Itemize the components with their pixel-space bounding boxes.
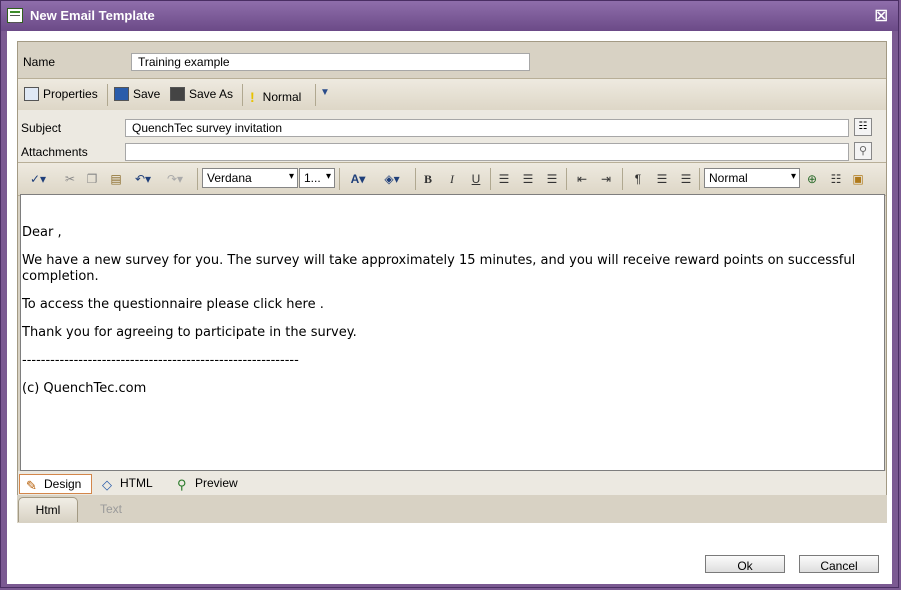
paste-icon[interactable]: ▤ xyxy=(108,171,124,187)
lightning-icon: ǃ xyxy=(250,89,255,105)
mode-preview[interactable]: ⚲ Preview xyxy=(171,474,248,492)
editor-divider xyxy=(490,168,491,190)
save-as-button[interactable]: Save As xyxy=(170,87,233,101)
attachments-label: Attachments xyxy=(21,145,88,159)
editor-toolbar: ✓▾ ✂ ❐ ▤ ↶▾ ↷▾ Verdana 1... A▾ ◈▾ B I U … xyxy=(18,162,886,196)
template-icon xyxy=(7,8,23,23)
close-icon[interactable]: ☒ xyxy=(875,7,888,25)
priority-dropdown-icon[interactable]: ▼ xyxy=(320,87,330,98)
attachments-input[interactable] xyxy=(125,143,849,161)
italic-icon[interactable]: I xyxy=(444,171,460,187)
copy-icon[interactable]: ❐ xyxy=(84,171,100,187)
mode-html[interactable]: ◇ HTML xyxy=(96,474,163,492)
ok-button[interactable]: Ok xyxy=(705,555,785,573)
mode-html-label: HTML xyxy=(120,476,153,490)
font-name-select[interactable]: Verdana xyxy=(202,168,298,188)
body-paragraph-1: We have a new survey for you. The survey… xyxy=(22,253,856,284)
name-input[interactable] xyxy=(131,53,530,71)
message-fields: Subject ☷ Attachments ⚲ xyxy=(18,110,886,162)
editor-divider xyxy=(699,168,700,190)
name-label: Name xyxy=(23,55,56,69)
editor-divider xyxy=(566,168,567,190)
mode-design[interactable]: ✎ Design xyxy=(19,474,93,494)
toolbar-divider xyxy=(315,84,316,106)
tab-html[interactable]: Html xyxy=(18,497,78,522)
redo-icon[interactable]: ↷▾ xyxy=(164,171,186,187)
subject-label: Subject xyxy=(21,121,62,135)
body-divider: ----------------------------------------… xyxy=(22,353,299,368)
properties-button[interactable]: Properties xyxy=(24,87,98,101)
body-greeting: Dear , xyxy=(22,225,62,240)
editor-mode-bar: ✎ Design ◇ HTML ⚲ Preview xyxy=(18,471,886,495)
save-as-label: Save As xyxy=(189,87,234,101)
outdent-icon[interactable]: ⇤ xyxy=(574,171,590,187)
subject-input[interactable] xyxy=(125,119,849,137)
save-button[interactable]: Save xyxy=(114,87,160,101)
email-template-dialog: New Email Template ☒ Name Properties Sav… xyxy=(0,0,899,588)
numbered-list-icon[interactable]: ☰ xyxy=(654,171,670,187)
tab-text[interactable]: Text xyxy=(83,497,139,521)
editor-divider xyxy=(622,168,623,190)
priority-label: Normal xyxy=(262,90,302,104)
field-picker-icon[interactable]: ☷ xyxy=(854,118,872,136)
format-tabs: Html Text xyxy=(17,495,887,523)
properties-icon xyxy=(24,87,39,101)
bold-icon[interactable]: B xyxy=(420,171,436,187)
properties-label: Properties xyxy=(43,87,98,101)
pencil-icon: ✎ xyxy=(26,478,37,493)
floppy-disk-icon xyxy=(114,87,129,101)
dialog-body: Name Properties Save Save As ǃ xyxy=(1,31,898,587)
paragraph-style-select[interactable]: Normal xyxy=(704,168,800,188)
template-toolbar: Properties Save Save As ǃ Normal ▼ xyxy=(18,78,886,112)
magnifier-icon: ⚲ xyxy=(177,477,187,492)
editor-divider xyxy=(339,168,340,190)
code-icon: ◇ xyxy=(102,477,112,492)
insert-image-icon[interactable]: ▣ xyxy=(850,171,866,187)
font-color-icon[interactable]: A▾ xyxy=(346,171,370,187)
save-label: Save xyxy=(133,87,161,101)
cancel-button[interactable]: Cancel xyxy=(799,555,879,573)
paperclip-icon[interactable]: ⚲ xyxy=(854,142,872,160)
dialog-title: New Email Template xyxy=(30,8,155,23)
editor-divider xyxy=(197,168,198,190)
priority-button[interactable]: ǃ Normal xyxy=(250,89,301,105)
mode-preview-label: Preview xyxy=(195,476,238,490)
highlight-color-icon[interactable]: ◈▾ xyxy=(380,171,404,187)
template-panel: Name Properties Save Save As ǃ xyxy=(17,41,887,495)
undo-icon[interactable]: ↶▾ xyxy=(132,171,154,187)
indent-icon[interactable]: ⇥ xyxy=(598,171,614,187)
align-right-icon[interactable]: ☰ xyxy=(544,171,560,187)
toolbar-divider xyxy=(107,84,108,106)
title-bar[interactable]: New Email Template ☒ xyxy=(1,1,898,31)
spellcheck-icon[interactable]: ✓▾ xyxy=(26,171,50,187)
body-paragraph-2: To access the questionnaire please click… xyxy=(22,297,324,312)
bullet-list-icon[interactable]: ☰ xyxy=(678,171,694,187)
cut-icon[interactable]: ✂ xyxy=(62,171,78,187)
editor-divider xyxy=(415,168,416,190)
align-center-icon[interactable]: ☰ xyxy=(520,171,536,187)
link-icon[interactable]: ⊕ xyxy=(804,171,820,187)
font-size-select[interactable]: 1... xyxy=(299,168,335,188)
save-as-icon xyxy=(170,87,185,101)
insert-field-icon[interactable]: ☷ xyxy=(828,171,844,187)
toolbar-divider xyxy=(242,84,243,106)
message-body-editor[interactable]: Dear , We have a new survey for you. The… xyxy=(20,194,885,471)
body-paragraph-3: Thank you for agreeing to participate in… xyxy=(22,325,357,340)
align-left-icon[interactable]: ☰ xyxy=(496,171,512,187)
paragraph-icon[interactable]: ¶ xyxy=(628,171,648,187)
mode-design-label: Design xyxy=(44,477,82,491)
body-footer: (c) QuenchTec.com xyxy=(22,381,147,396)
underline-icon[interactable]: U xyxy=(468,171,484,187)
